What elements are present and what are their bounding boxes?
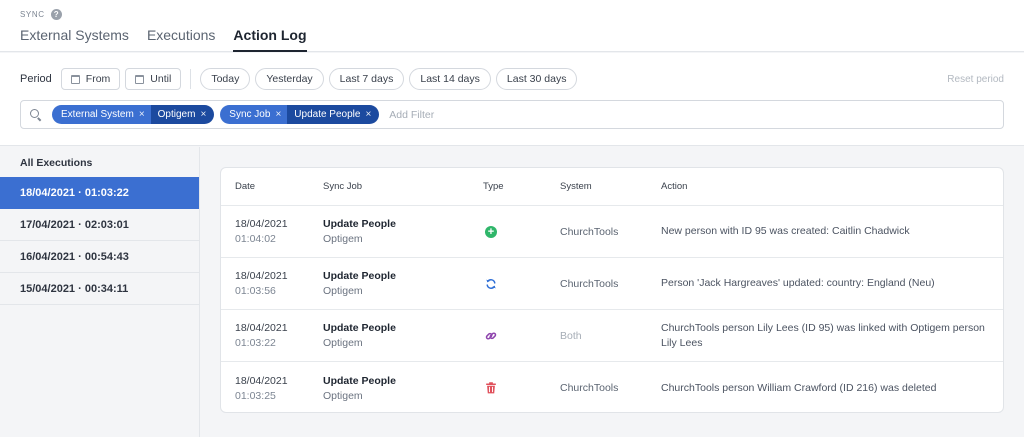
chip-value-label: Optigem	[157, 109, 196, 120]
cell-action: ChurchTools person Lily Lees (ID 95) was…	[661, 321, 985, 349]
section-eyebrow: SYNC ?	[20, 9, 62, 20]
chip-key[interactable]: Sync Job ×	[220, 105, 288, 124]
date-text: 18/04/2021	[235, 270, 288, 282]
executions-sidebar: All Executions 18/04/2021 · 01:03:22 17/…	[0, 147, 200, 437]
remove-icon[interactable]: ×	[275, 109, 281, 120]
reset-period-link[interactable]: Reset period	[947, 74, 1004, 85]
calendar-icon	[135, 74, 145, 84]
period-label: Period	[20, 73, 52, 85]
sidebar-item-execution[interactable]: 16/04/2021 · 00:54:43	[0, 241, 199, 273]
remove-icon[interactable]: ×	[139, 109, 145, 120]
job-system: Optigem	[323, 337, 363, 349]
filter-panel: Period From Until Today Yesterday Last 7…	[0, 53, 1024, 146]
chip-key[interactable]: External System ×	[52, 105, 151, 124]
cell-system: ChurchTools	[560, 225, 619, 238]
page-header: SYNC ? External Systems Executions Actio…	[0, 0, 1024, 52]
divider	[190, 69, 192, 89]
column-header-action: Action	[661, 181, 688, 192]
job-system: Optigem	[323, 389, 363, 402]
cell-date: 18/04/2021 01:03:56	[221, 270, 323, 297]
chip-value-label: Update People	[294, 109, 361, 120]
job-system: Optigem	[323, 285, 363, 297]
time-text: 01:03:22	[235, 337, 276, 349]
sidebar-item-execution[interactable]: 17/04/2021 · 02:03:01	[0, 209, 199, 241]
preset-today-button[interactable]: Today	[200, 68, 251, 90]
date-text: 18/04/2021	[235, 218, 288, 230]
sidebar-heading[interactable]: All Executions	[0, 147, 199, 177]
date-text: 18/04/2021	[235, 322, 288, 334]
cell-date: 18/04/2021 01:03:25	[221, 375, 323, 402]
table-row: 18/04/2021 01:03:22 Update People Optige…	[221, 310, 1003, 362]
filter-chip-sync-job: Sync Job × Update People ×	[220, 105, 380, 124]
cell-date: 18/04/2021 01:04:02	[221, 218, 323, 245]
preset-last-30-days-button[interactable]: Last 30 days	[495, 68, 578, 90]
cell-system: Both	[560, 329, 582, 342]
column-header-date: Date	[235, 181, 256, 192]
trash-icon	[486, 382, 496, 394]
tab-external-systems[interactable]: External Systems	[20, 27, 129, 52]
table-header: Date Sync Job Type System Action	[221, 168, 1003, 206]
column-header-type: Type	[483, 181, 504, 192]
section-label: SYNC	[20, 10, 45, 19]
table-row: 18/04/2021 01:04:02 Update People Optige…	[221, 206, 1003, 258]
sidebar-item-execution[interactable]: 15/04/2021 · 00:34:11	[0, 273, 199, 305]
refresh-icon	[486, 278, 496, 289]
from-date-button[interactable]: From	[60, 68, 121, 90]
cell-action: ChurchTools person William Crawford (ID …	[661, 381, 937, 394]
cell-sync-job: Update People Optigem	[323, 270, 483, 297]
job-name: Update People	[323, 322, 396, 334]
remove-icon[interactable]: ×	[365, 109, 371, 120]
until-label: Until	[150, 73, 172, 85]
time-text: 01:03:56	[235, 285, 276, 297]
cell-sync-job: Update People Optigem	[323, 218, 483, 245]
search-icon	[30, 108, 42, 121]
cell-type: +	[483, 225, 560, 238]
tab-bar: External Systems Executions Action Log	[20, 27, 307, 52]
column-header-sync-job: Sync Job	[323, 181, 363, 192]
cell-sync-job: Update People Optigem	[323, 375, 483, 402]
tab-action-log[interactable]: Action Log	[233, 27, 307, 52]
calendar-icon	[70, 74, 80, 84]
from-label: From	[85, 73, 111, 85]
filter-search-box[interactable]: External System × Optigem × Sync Job × U…	[20, 100, 1004, 129]
chip-value[interactable]: Update People ×	[287, 105, 380, 124]
tab-executions[interactable]: Executions	[147, 27, 215, 52]
remove-icon[interactable]: ×	[200, 109, 206, 120]
plus-circle-icon: +	[485, 225, 497, 238]
cell-system: ChurchTools	[560, 277, 619, 290]
cell-type	[483, 382, 560, 394]
job-name: Update People	[323, 218, 396, 230]
cell-type	[483, 278, 560, 290]
cell-type	[483, 330, 560, 342]
column-header-system: System	[560, 181, 592, 192]
until-date-button[interactable]: Until	[125, 68, 182, 90]
preset-last-7-days-button[interactable]: Last 7 days	[328, 68, 405, 90]
cell-date: 18/04/2021 01:03:22	[221, 322, 323, 349]
job-name: Update People	[323, 374, 396, 387]
filter-chip-external-system: External System × Optigem ×	[52, 105, 215, 124]
time-text: 01:03:25	[235, 389, 276, 402]
add-filter-input[interactable]: Add Filter	[389, 109, 434, 121]
date-text: 18/04/2021	[235, 374, 288, 387]
sidebar-item-execution[interactable]: 18/04/2021 · 01:03:22	[0, 177, 199, 209]
cell-sync-job: Update People Optigem	[323, 322, 483, 349]
table-row: 18/04/2021 01:03:25 Update People Optige…	[221, 362, 1003, 412]
help-icon[interactable]: ?	[50, 9, 62, 20]
chip-value[interactable]: Optigem ×	[150, 105, 215, 124]
preset-last-14-days-button[interactable]: Last 14 days	[409, 68, 491, 90]
cell-system: ChurchTools	[560, 382, 619, 394]
preset-yesterday-button[interactable]: Yesterday	[255, 68, 324, 90]
table-row: 18/04/2021 01:03:56 Update People Optige…	[221, 258, 1003, 310]
time-text: 01:04:02	[235, 233, 276, 245]
job-system: Optigem	[323, 233, 363, 245]
link-icon	[485, 331, 497, 340]
job-name: Update People	[323, 270, 396, 282]
chip-key-label: External System	[61, 109, 134, 120]
period-row: Period From Until Today Yesterday Last 7…	[20, 68, 1004, 90]
chip-key-label: Sync Job	[229, 109, 271, 120]
cell-action: Person 'Jack Hargreaves' updated: countr…	[661, 277, 935, 289]
action-log-table: Date Sync Job Type System Action 18/04/2…	[220, 167, 1004, 413]
cell-action: New person with ID 95 was created: Caitl…	[661, 225, 910, 237]
